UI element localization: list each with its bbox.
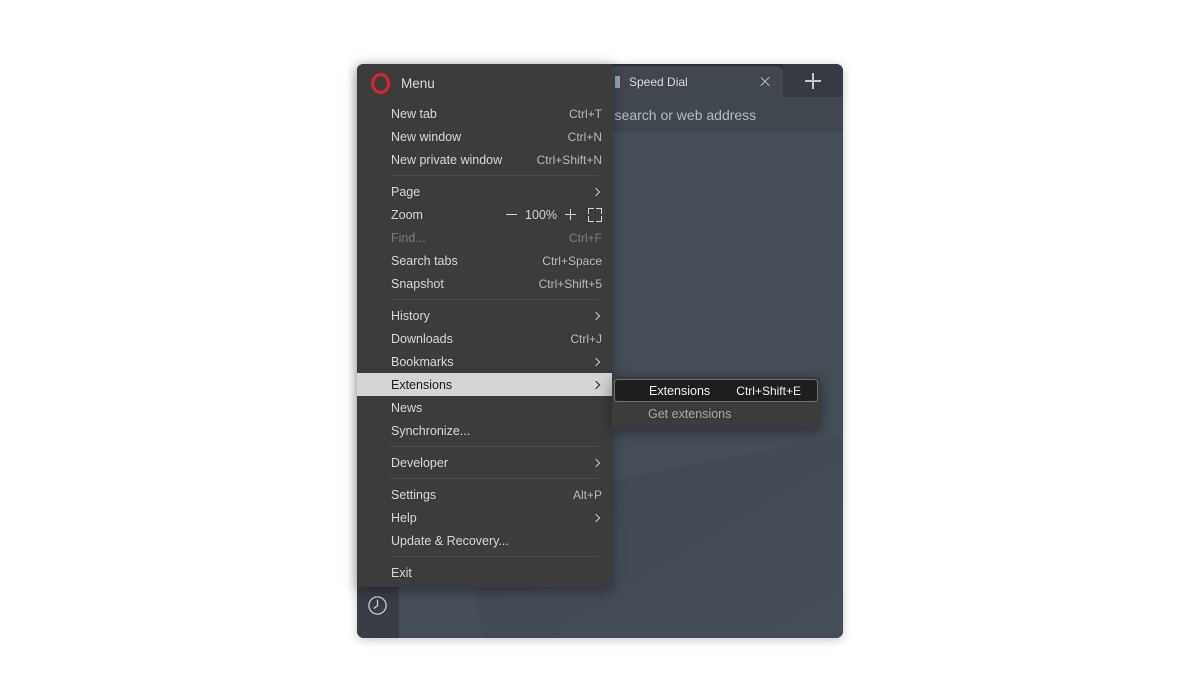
fullscreen-icon[interactable] xyxy=(588,207,602,222)
menu-item-label: Help xyxy=(391,510,417,525)
tab-speed-dial[interactable]: Speed Dial xyxy=(603,66,783,97)
submenu-item-extensions[interactable]: Extensions Ctrl+Shift+E xyxy=(614,379,818,402)
menu-header: Menu xyxy=(357,64,612,102)
menu-item-find: Find... Ctrl+F xyxy=(357,226,612,249)
menu-item-snapshot[interactable]: Snapshot Ctrl+Shift+5 xyxy=(357,272,612,295)
menu-group-browse: History Downloads Ctrl+J Bookmarks Exten… xyxy=(357,304,612,442)
menu-item-label: History xyxy=(391,308,430,323)
tab-title: Speed Dial xyxy=(629,74,688,89)
menu-item-downloads[interactable]: Downloads Ctrl+J xyxy=(357,327,612,350)
menu-group-settings: Settings Alt+P Help Update & Recovery... xyxy=(357,483,612,552)
menu-item-label: New private window xyxy=(391,152,503,167)
menu-title: Menu xyxy=(401,75,435,91)
menu-item-label: Downloads xyxy=(391,331,453,346)
menu-item-label: News xyxy=(391,400,423,415)
chevron-right-icon xyxy=(592,458,602,468)
extensions-submenu: Extensions Ctrl+Shift+E Get extensions xyxy=(612,377,820,428)
menu-separator xyxy=(391,556,598,557)
menu-item-news[interactable]: News xyxy=(357,396,612,419)
clock-icon[interactable] xyxy=(367,595,388,616)
menu-item-search-tabs[interactable]: Search tabs Ctrl+Space xyxy=(357,249,612,272)
menu-item-help[interactable]: Help xyxy=(357,506,612,529)
menu-item-label: Update & Recovery... xyxy=(391,533,509,548)
menu-item-label: Extensions xyxy=(391,377,453,392)
menu-item-update-recovery[interactable]: Update & Recovery... xyxy=(357,529,612,552)
menu-item-accel: Ctrl+N xyxy=(567,129,602,144)
menu-item-history[interactable]: History xyxy=(357,304,612,327)
chevron-right-icon xyxy=(592,513,602,523)
menu-item-settings[interactable]: Settings Alt+P xyxy=(357,483,612,506)
menu-item-page[interactable]: Page xyxy=(357,180,612,203)
new-tab-button[interactable] xyxy=(783,64,843,97)
chevron-right-icon xyxy=(592,380,602,390)
menu-item-new-window[interactable]: New window Ctrl+N xyxy=(357,125,612,148)
menu-group-new: New tab Ctrl+T New window Ctrl+N New pri… xyxy=(357,102,612,171)
menu-item-accel: Ctrl+Shift+N xyxy=(536,152,602,167)
menu-group-page: Page Zoom 100% Find... Ctrl+F Search tab… xyxy=(357,180,612,295)
menu-item-accel: Alt+P xyxy=(572,487,602,502)
menu-item-accel: Ctrl+T xyxy=(569,106,602,121)
menu-item-synchronize[interactable]: Synchronize... xyxy=(357,419,612,442)
menu-item-label: Snapshot xyxy=(391,276,444,291)
menu-item-label: Developer xyxy=(391,455,448,470)
chevron-right-icon xyxy=(592,311,602,321)
zoom-controls: 100% xyxy=(505,207,602,222)
menu-item-label: Exit xyxy=(391,565,412,580)
address-input[interactable]: r search or web address xyxy=(606,103,838,127)
wallpaper-accent xyxy=(723,153,833,283)
menu-item-label: Search tabs xyxy=(391,253,458,268)
menu-item-new-private-window[interactable]: New private window Ctrl+Shift+N xyxy=(357,148,612,171)
chevron-right-icon xyxy=(592,357,602,367)
menu-separator xyxy=(391,175,598,176)
close-icon[interactable] xyxy=(753,70,777,94)
menu-separator xyxy=(391,446,598,447)
zoom-in-button[interactable] xyxy=(564,208,577,221)
menu-item-accel: Ctrl+Space xyxy=(542,253,602,268)
zoom-out-button[interactable] xyxy=(505,208,518,221)
menu-item-label: Synchronize... xyxy=(391,423,471,438)
menu-item-label: Bookmarks xyxy=(391,354,454,369)
opera-main-menu: Menu New tab Ctrl+T New window Ctrl+N Ne… xyxy=(357,64,612,587)
menu-item-extensions[interactable]: Extensions xyxy=(357,373,612,396)
menu-item-label: Page xyxy=(391,184,421,199)
menu-item-developer[interactable]: Developer xyxy=(357,451,612,474)
zoom-level-value: 100% xyxy=(525,207,557,222)
menu-item-accel: Ctrl+J xyxy=(570,331,602,346)
menu-item-bookmarks[interactable]: Bookmarks xyxy=(357,350,612,373)
submenu-item-accel: Ctrl+Shift+E xyxy=(736,383,801,398)
menu-item-label: Zoom xyxy=(391,207,423,222)
menu-separator xyxy=(391,478,598,479)
menu-item-label: Settings xyxy=(391,487,437,502)
menu-group-exit: Exit xyxy=(357,561,612,584)
menu-item-accel: Ctrl+Shift+5 xyxy=(538,276,602,291)
submenu-item-label: Get extensions xyxy=(648,406,732,421)
menu-item-label: New window xyxy=(391,129,462,144)
menu-item-new-tab[interactable]: New tab Ctrl+T xyxy=(357,102,612,125)
menu-group-developer: Developer xyxy=(357,451,612,474)
menu-item-accel: Ctrl+F xyxy=(569,230,602,245)
menu-separator xyxy=(391,299,598,300)
menu-item-label: Find... xyxy=(391,230,426,245)
submenu-item-get-extensions[interactable]: Get extensions xyxy=(612,402,820,425)
menu-item-zoom[interactable]: Zoom 100% xyxy=(357,203,612,226)
menu-item-label: New tab xyxy=(391,106,437,121)
speed-dial-favicon xyxy=(615,75,620,88)
screen: Speed Dial r search or web address Menu … xyxy=(0,0,1200,700)
opera-logo-icon xyxy=(371,72,390,94)
chevron-right-icon xyxy=(592,187,602,197)
submenu-item-label: Extensions xyxy=(649,383,711,398)
menu-item-exit[interactable]: Exit xyxy=(357,561,612,584)
